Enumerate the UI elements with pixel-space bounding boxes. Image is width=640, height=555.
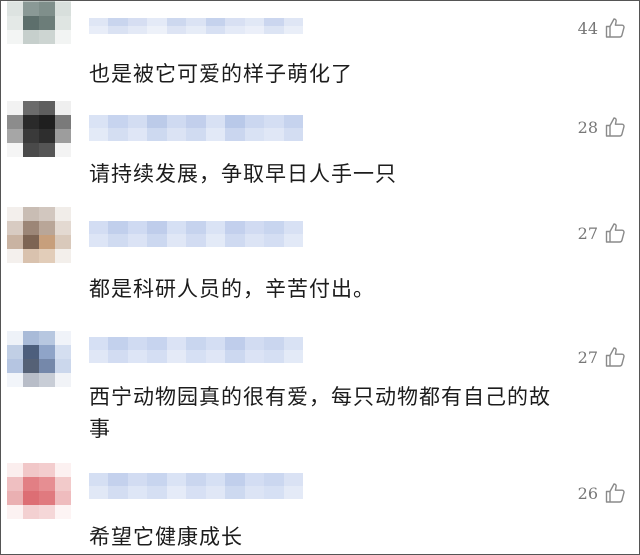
avatar[interactable] (7, 101, 71, 157)
like-count: 27 (577, 223, 598, 243)
comment-item: 26 希望它健康成长 (1, 463, 639, 554)
avatar[interactable] (7, 463, 71, 519)
nickname[interactable] (89, 18, 303, 34)
like-count: 26 (577, 483, 598, 503)
nickname[interactable] (89, 115, 303, 141)
like-count: 27 (577, 347, 598, 367)
nickname[interactable] (89, 473, 303, 499)
thumbs-up-icon[interactable] (603, 16, 627, 40)
like-count: 28 (577, 117, 598, 137)
comment-text: 请持续发展，争取早日人手一只 (89, 162, 397, 186)
avatar[interactable] (7, 1, 71, 44)
comment-list: 44 也是被它可爱的样子萌化了 28 请持续发展，争取早日人手一只 27 都是科… (0, 0, 640, 555)
comment-text: 希望它健康成长 (89, 525, 243, 549)
nickname[interactable] (89, 337, 303, 363)
comment-item: 28 请持续发展，争取早日人手一只 (1, 101, 639, 211)
thumbs-up-icon[interactable] (603, 345, 627, 369)
thumbs-up-icon[interactable] (603, 115, 627, 139)
nickname[interactable] (89, 221, 303, 247)
comment-item: 44 也是被它可爱的样子萌化了 (1, 1, 639, 98)
like-control[interactable]: 28 (578, 115, 627, 139)
comment-text: 也是被它可爱的样子萌化了 (89, 62, 353, 86)
like-control[interactable]: 27 (578, 221, 627, 245)
thumbs-up-icon[interactable] (603, 481, 627, 505)
comment-text: 都是科研人员的，辛苦付出。 (89, 277, 375, 301)
avatar[interactable] (7, 207, 71, 263)
comment-text: 西宁动物园真的很有爱，每只动物都有自己的故事 (89, 385, 551, 441)
thumbs-up-icon[interactable] (603, 221, 627, 245)
avatar[interactable] (7, 331, 71, 387)
like-count: 44 (577, 18, 598, 38)
comment-item: 27 都是科研人员的，辛苦付出。 (1, 207, 639, 317)
comment-item: 27 西宁动物园真的很有爱，每只动物都有自己的故事 (1, 331, 639, 461)
like-control[interactable]: 26 (578, 481, 627, 505)
like-control[interactable]: 27 (578, 345, 627, 369)
like-control[interactable]: 44 (578, 16, 627, 40)
